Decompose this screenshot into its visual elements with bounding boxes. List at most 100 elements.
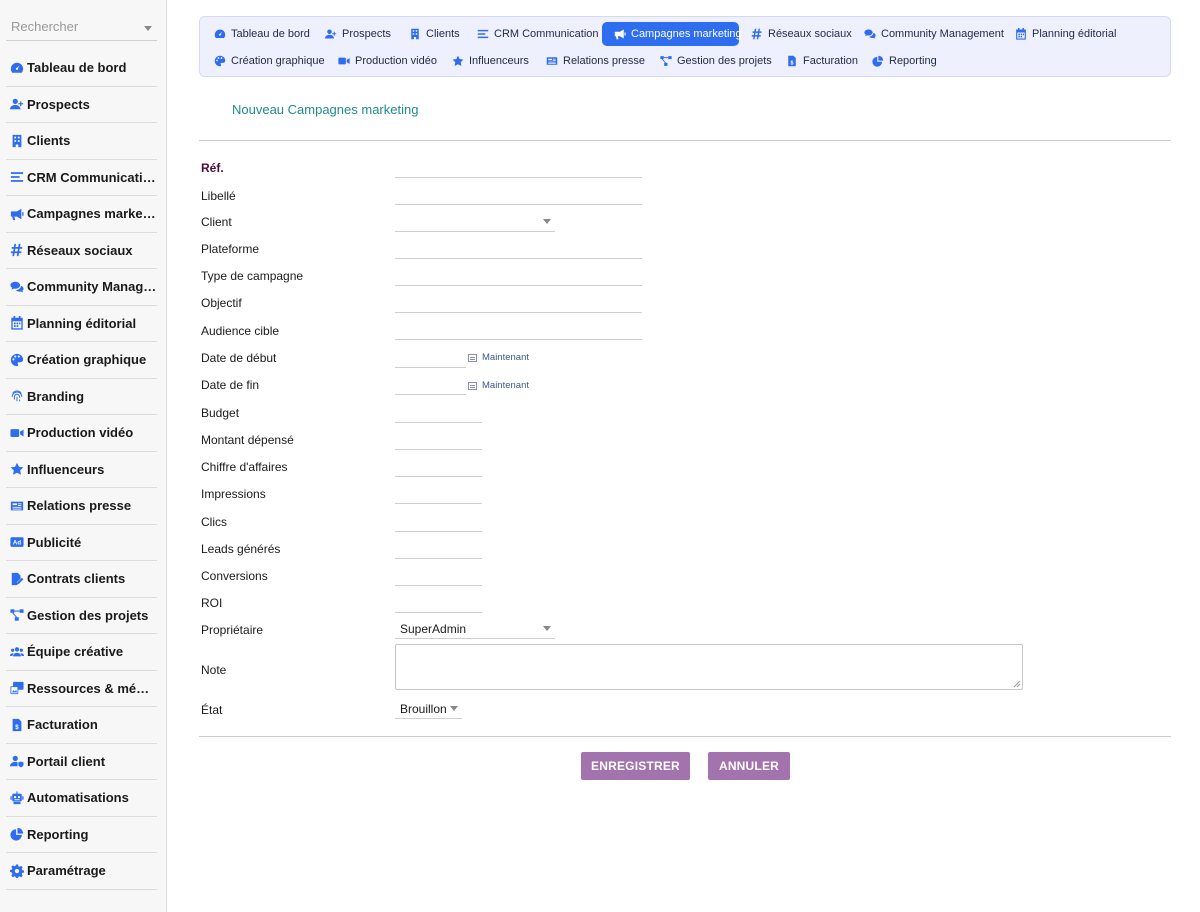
cancel-button[interactable]: ANNULER <box>708 752 790 780</box>
conversions-input[interactable] <box>395 566 482 586</box>
date-debut-now-link[interactable]: Maintenant <box>468 352 529 363</box>
tab-label: Planning éditorial <box>1032 28 1117 40</box>
tab-prospects[interactable]: Prospects <box>313 22 399 46</box>
resize-grip-icon[interactable] <box>1013 680 1021 688</box>
file-signature-icon <box>10 572 24 586</box>
tab-clients[interactable]: Clients <box>397 22 468 46</box>
budget-input[interactable] <box>395 403 482 423</box>
sidebar-item-publicite[interactable]: Publicité <box>6 525 157 561</box>
sidebar-item-branding[interactable]: Branding <box>6 379 157 415</box>
objectif-input[interactable] <box>395 293 642 313</box>
note-textarea[interactable] <box>395 644 1023 690</box>
audience-cible-input[interactable] <box>395 320 642 340</box>
tab-reseaux-sociaux[interactable]: Réseaux sociaux <box>739 22 860 46</box>
sidebar-item-equipe-creative[interactable]: Équipe créative <box>6 634 157 671</box>
tab-label: Relations presse <box>563 55 645 67</box>
date-fin-now-link[interactable]: Maintenant <box>468 380 529 391</box>
sidebar-item-relations-presse[interactable]: Relations presse <box>6 488 157 525</box>
tab-label: Clients <box>426 28 460 40</box>
date-debut-input[interactable] <box>395 348 466 368</box>
ad-icon <box>10 535 24 549</box>
ref-label: Réf. <box>201 161 224 175</box>
tab-label: Prospects <box>342 28 391 40</box>
tab-reporting[interactable]: Reporting <box>860 49 945 73</box>
sidebar-menu: Tableau de bord Prospects Clients CRM Co… <box>6 50 157 890</box>
megaphone-icon <box>10 207 24 221</box>
type-campagne-input[interactable] <box>395 266 642 286</box>
sidebar-search[interactable] <box>6 13 157 41</box>
date-fin-input[interactable] <box>395 375 466 395</box>
tab-planning-editorial[interactable]: Planning éditorial <box>1003 22 1124 46</box>
tab-label: Campagnes marketing <box>631 28 742 40</box>
leads-input[interactable] <box>395 539 482 559</box>
sidebar-item-automatisations[interactable]: Automatisations <box>6 780 157 817</box>
tab-community-management[interactable]: Community Management <box>852 22 1012 46</box>
sidebar-item-influenceurs[interactable]: Influenceurs <box>6 452 157 488</box>
proprietaire-select-value: SuperAdmin <box>400 621 467 636</box>
tab-production-video[interactable]: Production vidéo <box>326 49 445 73</box>
tab-label: Réseaux sociaux <box>768 28 852 40</box>
tab-creation-graphique[interactable]: Création graphique <box>202 49 333 73</box>
sidebar-item-production-video[interactable]: Production vidéo <box>6 415 157 452</box>
sidebar-item-planning-editorial[interactable]: Planning éditorial <box>6 306 157 342</box>
sidebar-item-prospects[interactable]: Prospects <box>6 87 157 123</box>
note-label: Note <box>201 663 227 677</box>
libelle-input[interactable] <box>395 185 642 205</box>
tab-label: Reporting <box>889 55 937 67</box>
plateforme-input[interactable] <box>395 239 642 259</box>
tab-label: Gestion des projets <box>677 55 772 67</box>
leads-label: Leads générés <box>201 542 281 556</box>
project-diagram-icon <box>660 55 672 67</box>
sidebar-item-label: Campagnes marketing <box>27 206 157 222</box>
impressions-input[interactable] <box>395 484 482 504</box>
chevron-down-icon[interactable] <box>144 26 152 31</box>
proprietaire-select[interactable]: SuperAdmin <box>395 619 555 639</box>
comments-icon <box>10 280 24 294</box>
sidebar-item-crm-communication[interactable]: CRM Communication <box>6 160 157 196</box>
video-icon <box>338 55 350 67</box>
page-title: Nouveau Campagnes marketing <box>232 102 419 117</box>
tab-facturation[interactable]: Facturation <box>774 49 866 73</box>
sidebar-item-tableau-de-bord[interactable]: Tableau de bord <box>6 50 157 87</box>
ref-input[interactable] <box>395 158 642 178</box>
montant-depense-input[interactable] <box>395 430 482 450</box>
plateforme-label: Plateforme <box>201 242 260 256</box>
sidebar-item-community-management[interactable]: Community Management <box>6 269 157 306</box>
users-icon <box>10 645 24 659</box>
sidebar-item-ressources-medias[interactable]: Ressources & médias <box>6 671 157 707</box>
sidebar-item-clients[interactable]: Clients <box>6 123 157 160</box>
gauge-icon <box>214 28 226 40</box>
sidebar-item-label: Relations presse <box>27 498 132 514</box>
sidebar-item-facturation[interactable]: Facturation <box>6 707 157 744</box>
building-icon <box>10 134 24 148</box>
sidebar-item-label: Création graphique <box>27 352 147 368</box>
comments-icon <box>864 28 876 40</box>
user-shield-icon <box>10 754 24 768</box>
sidebar-item-parametrage[interactable]: Paramétrage <box>6 853 157 890</box>
sidebar-item-creation-graphique[interactable]: Création graphique <box>6 342 157 379</box>
save-button[interactable]: ENREGISTRER <box>581 752 690 780</box>
tab-gestion-des-projets[interactable]: Gestion des projets <box>648 49 780 73</box>
audience-cible-label: Audience cible <box>201 324 280 338</box>
tab-relations-presse[interactable]: Relations presse <box>534 49 653 73</box>
sidebar-item-label: Ressources & médias <box>27 680 157 696</box>
roi-input[interactable] <box>395 593 482 613</box>
etat-select[interactable]: Brouillon <box>395 699 462 719</box>
sidebar-item-gestion-des-projets[interactable]: Gestion des projets <box>6 598 157 634</box>
etat-label: État <box>201 703 223 717</box>
chiffre-affaires-input[interactable] <box>395 457 482 477</box>
sidebar-item-reporting[interactable]: Reporting <box>6 817 157 853</box>
sidebar-item-portail-client[interactable]: Portail client <box>6 744 157 780</box>
tab-influenceurs[interactable]: Influenceurs <box>440 49 537 73</box>
tab-campagnes-marketing[interactable]: Campagnes marketing <box>602 22 742 46</box>
sidebar-item-contrats-clients[interactable]: Contrats clients <box>6 561 157 598</box>
sidebar-item-campagnes-marketing[interactable]: Campagnes marketing <box>6 196 157 233</box>
client-select[interactable] <box>395 212 555 232</box>
tab-label: Community Management <box>881 28 1004 40</box>
clics-input[interactable] <box>395 512 482 532</box>
tab-crm-communication[interactable]: CRM Communication <box>465 22 607 46</box>
tab-tableau-de-bord[interactable]: Tableau de bord <box>202 22 318 46</box>
sidebar-item-label: Planning éditorial <box>27 315 137 331</box>
sidebar-item-reseaux-sociaux[interactable]: Réseaux sociaux <box>6 233 157 269</box>
search-input[interactable] <box>11 19 136 34</box>
